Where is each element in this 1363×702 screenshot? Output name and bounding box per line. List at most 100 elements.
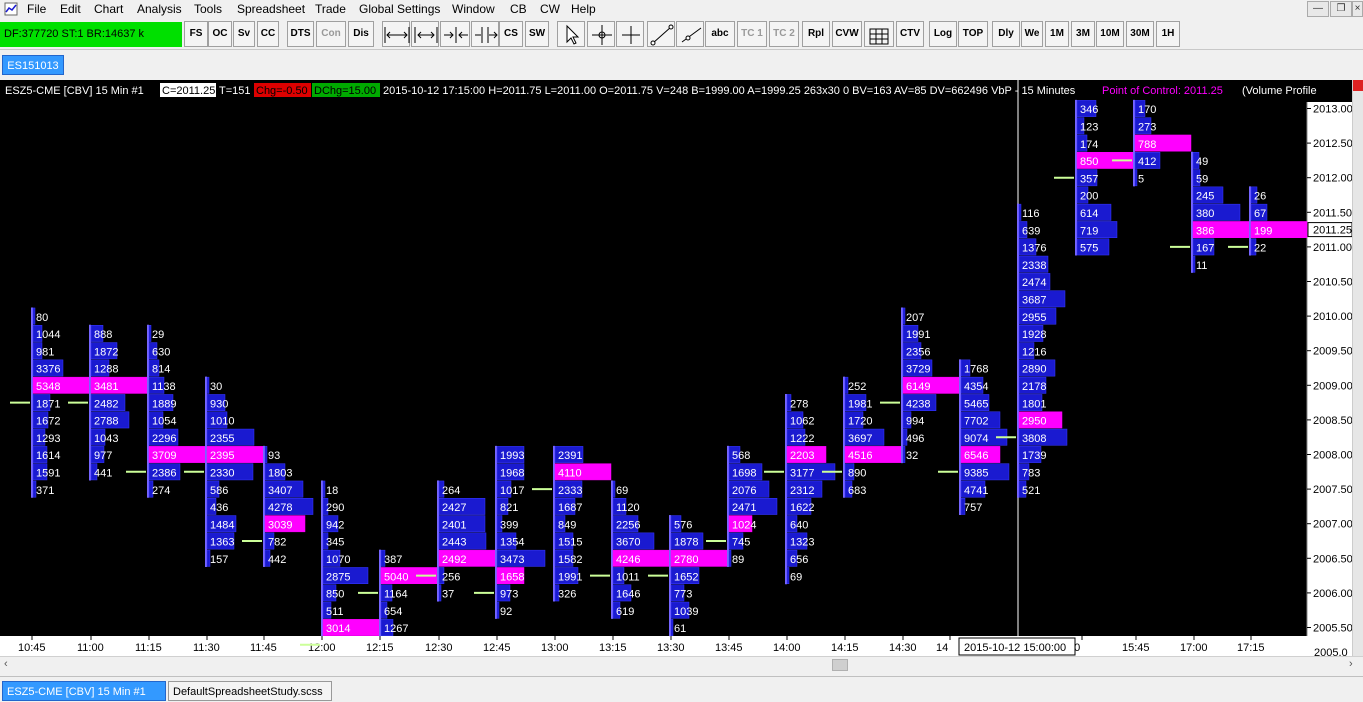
toolbar-button-abc[interactable]: abc [705,21,735,47]
app-icon[interactable] [4,2,18,16]
volume-label: 1981 [848,398,872,410]
ray-tool-icon[interactable] [676,21,704,47]
menu-tools[interactable]: Tools [194,1,222,17]
price-tick-label: 2012.50 [1313,138,1353,150]
volume-label: 30 [210,381,222,393]
toolbar-button-log[interactable]: Log [929,21,957,47]
cursor-cross-icon[interactable] [616,21,644,47]
menu-file[interactable]: File [27,1,46,17]
price-tick-label: 2011.50 [1313,207,1352,219]
menu-cw[interactable]: CW [540,1,560,17]
time-tick-label: 14:15 [831,642,859,654]
volume-label: 4516 [848,450,872,462]
close-button[interactable]: × [1352,1,1363,17]
toolbar-button-1m[interactable]: 1M [1045,21,1069,47]
scroll-left-icon[interactable]: ‹ [4,658,8,670]
menu-global-settings[interactable]: Global Settings [359,1,440,17]
volume-label: 942 [326,519,344,531]
menu-window[interactable]: Window [452,1,495,17]
toolbar-button-top[interactable]: TOP [958,21,988,47]
volume-label: 264 [442,485,460,497]
toolbar-button-1h[interactable]: 1H [1156,21,1180,47]
toolbar-button-cvw[interactable]: CVW [832,21,862,47]
chart-area[interactable]: ESZ5-CME [CBV] 15 Min #1 C=2011.25 T=151 Ch… [0,80,1363,656]
toolbar-button-ctv[interactable]: CTV [896,21,924,47]
time-tick-label: 11:45 [250,642,277,654]
menu-analysis[interactable]: Analysis [137,1,182,17]
toolbar-button-3m[interactable]: 3M [1071,21,1095,47]
crosshair-icon[interactable] [587,21,615,47]
volume-label: 49 [1196,156,1208,168]
restore-button[interactable]: ❐ [1330,1,1352,17]
volume-label: 92 [500,606,512,618]
volume-label: 521 [1022,485,1040,497]
volume-box [496,601,500,619]
volume-label: 157 [210,554,228,566]
toolbar-button-dis[interactable]: Dis [348,21,374,47]
toolbar-button-tc-1[interactable]: TC 1 [737,21,767,47]
grid-table-icon[interactable] [864,21,894,47]
compress-left-icon[interactable] [471,21,499,47]
toolbar-button-oc[interactable]: OC [208,21,232,47]
menu-trade[interactable]: Trade [315,1,346,17]
volume-box [728,549,732,567]
menu-help[interactable]: Help [571,1,596,17]
toolbar-button-dly[interactable]: Dly [992,21,1020,47]
volume-label: 973 [500,589,518,601]
time-tick-label: 17:15 [1237,642,1265,654]
volume-label: 9074 [964,433,988,445]
time-tick-label: 11:15 [135,642,162,654]
chart-window-tab[interactable]: ESZ5-CME [CBV] 15 Min #1 [2,681,166,701]
toolbar-button-we[interactable]: We [1021,21,1043,47]
menu-chart[interactable]: Chart [94,1,123,17]
toolbar-button-30m[interactable]: 30M [1126,21,1154,47]
volume-profile-chart[interactable]: ESZ5-CME [CBV] 15 Min #1 C=2011.25 T=151 Ch… [0,80,1363,656]
volume-label: 1070 [326,554,350,566]
toolbar-button-cs[interactable]: CS [499,21,523,47]
line-tool-icon[interactable] [647,21,675,47]
chartbook-tab[interactable]: ES151013 [2,55,64,75]
volume-box [1134,169,1138,187]
volume-label: 1363 [210,537,234,549]
horizontal-scrollbar[interactable]: ‹ › [0,656,1363,673]
menu-edit[interactable]: Edit [60,1,81,17]
price-axis-bg [1307,102,1352,656]
expand-horizontal-icon[interactable] [382,21,410,47]
toolbar-button-fs[interactable]: FS [184,21,208,47]
time-tick-label: 13:45 [715,642,743,654]
toolbar-button-rpl[interactable]: Rpl [802,21,830,47]
toolbar-button-sw[interactable]: SW [525,21,549,47]
volume-label: 1293 [36,433,60,445]
minimize-button[interactable]: — [1307,1,1329,17]
volume-label: 656 [790,554,808,566]
menu-cb[interactable]: CB [510,1,527,17]
volume-box [902,446,906,463]
menu-spreadsheet[interactable]: Spreadsheet [237,1,305,17]
spreadsheet-tab[interactable]: DefaultSpreadsheetStudy.scss [168,681,332,701]
arrow-pointer-icon[interactable] [557,21,585,47]
toolbar-button-sv[interactable]: Sv [233,21,255,47]
volume-label: 745 [732,537,750,549]
volume-label: 1011 [616,571,640,583]
volume-label: 1720 [848,416,872,428]
toolbar-button-cc[interactable]: CC [257,21,279,47]
volume-label: 1614 [36,450,60,462]
compress-horizontal-icon[interactable] [440,21,470,47]
volume-label: 170 [1138,104,1156,116]
close-value: C=2011.25 [162,85,215,97]
volume-label: 1054 [152,416,176,428]
toolbar-button-con[interactable]: Con [316,21,346,47]
scroll-right-icon[interactable]: › [1349,658,1353,670]
volume-label: 2474 [1022,277,1046,289]
toolbar-button-dts[interactable]: DTS [287,21,314,47]
toolbar-button-tc-2[interactable]: TC 2 [769,21,799,47]
scroll-thumb[interactable] [832,659,848,671]
time-tick-label: 11:00 [77,642,104,654]
toolbar-button-10m[interactable]: 10M [1096,21,1124,47]
volume-label: 619 [616,606,634,618]
point-of-control-label: Point of Control: 2011.25 [1102,85,1223,97]
volume-label: 850 [1080,156,1098,168]
time-tick-label: 12:15 [366,642,394,654]
vertical-scrollbar[interactable] [1352,80,1363,656]
fit-horizontal-icon[interactable] [411,21,439,47]
